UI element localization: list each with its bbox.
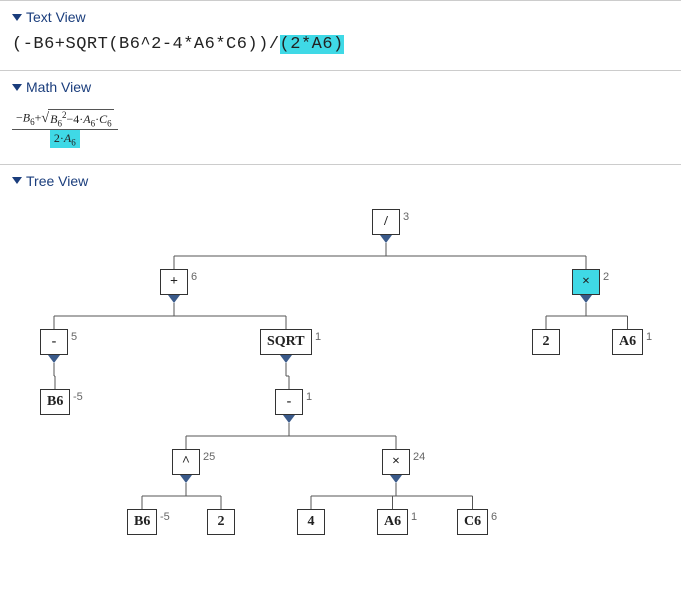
math-view-header[interactable]: Math View [12,79,669,95]
tree-node-div[interactable]: / [372,209,400,235]
tree-node-value: 5 [71,331,77,343]
tree-node-value: 3 [403,211,409,223]
tree-node-four[interactable]: 4 [297,509,325,535]
tree-arrow-icon [180,475,192,483]
text-view-section: Text View (-B6+SQRT(B6^2-4*A6*C6))/(2*A6… [0,0,681,70]
tree-arrow-icon [390,475,402,483]
tree-node-value: -5 [160,511,170,523]
tree-view-title: Tree View [26,173,88,189]
disclosure-down-icon [12,84,22,91]
tree-arrow-icon [380,235,392,243]
disclosure-down-icon [12,177,22,184]
tree-view-header[interactable]: Tree View [12,173,669,189]
tree-node-a6_2[interactable]: A6 [377,509,408,535]
tree-node-value: 24 [413,451,425,463]
math-expression: −B6+√B62−4·A6·C6 2·A6 [12,109,118,148]
tree-node-value: 1 [646,331,652,343]
tree-arrow-icon [280,355,292,363]
tree-node-b6_2[interactable]: B6 [127,509,157,535]
tree-node-pow[interactable]: ^ [172,449,200,475]
disclosure-down-icon [12,14,22,21]
tree-node-neg[interactable]: - [40,329,68,355]
tree-diagram: /3+6×2-5SQRT12A61B6-5-1^25×24B6-524A61C6… [12,199,669,539]
tree-node-value: -5 [73,391,83,403]
tree-arrow-icon [48,355,60,363]
tree-node-value: 6 [491,511,497,523]
text-view-header[interactable]: Text View [12,9,669,25]
tree-view-section: Tree View /3+6×2-5SQRT12A61B6-5-1^25×24B… [0,164,681,555]
tree-node-value: 1 [306,391,312,403]
tree-node-plus[interactable]: + [160,269,188,295]
tree-node-two_r[interactable]: 2 [532,329,560,355]
tree-node-mult3[interactable]: × [382,449,410,475]
tree-node-value: 6 [191,271,197,283]
math-view-title: Math View [26,79,91,95]
tree-node-value: 1 [411,511,417,523]
tree-node-two_2[interactable]: 2 [207,509,235,535]
tree-node-value: 2 [603,271,609,283]
tree-node-minus2[interactable]: - [275,389,303,415]
tree-node-c6[interactable]: C6 [457,509,488,535]
tree-node-mult_r[interactable]: × [572,269,600,295]
tree-node-b6_n[interactable]: B6 [40,389,70,415]
tree-arrow-icon [283,415,295,423]
sqrt-icon: √B62−4·A6·C6 [41,109,113,128]
tree-node-a6_r[interactable]: A6 [612,329,643,355]
tree-arrow-icon [168,295,180,303]
tree-node-sqrt[interactable]: SQRT [260,329,312,355]
tree-arrow-icon [580,295,592,303]
text-view-title: Text View [26,9,86,25]
tree-node-value: 1 [315,331,321,343]
tree-node-value: 25 [203,451,215,463]
tree-connectors [12,199,669,539]
math-view-section: Math View −B6+√B62−4·A6·C6 2·A6 [0,70,681,164]
denominator: 2·A6 [50,130,80,147]
numerator: −B6+√B62−4·A6·C6 [12,109,118,130]
fraction: −B6+√B62−4·A6·C6 2·A6 [12,109,118,148]
formula-text[interactable]: (-B6+SQRT(B6^2-4*A6*C6))/(2*A6) [12,35,669,54]
